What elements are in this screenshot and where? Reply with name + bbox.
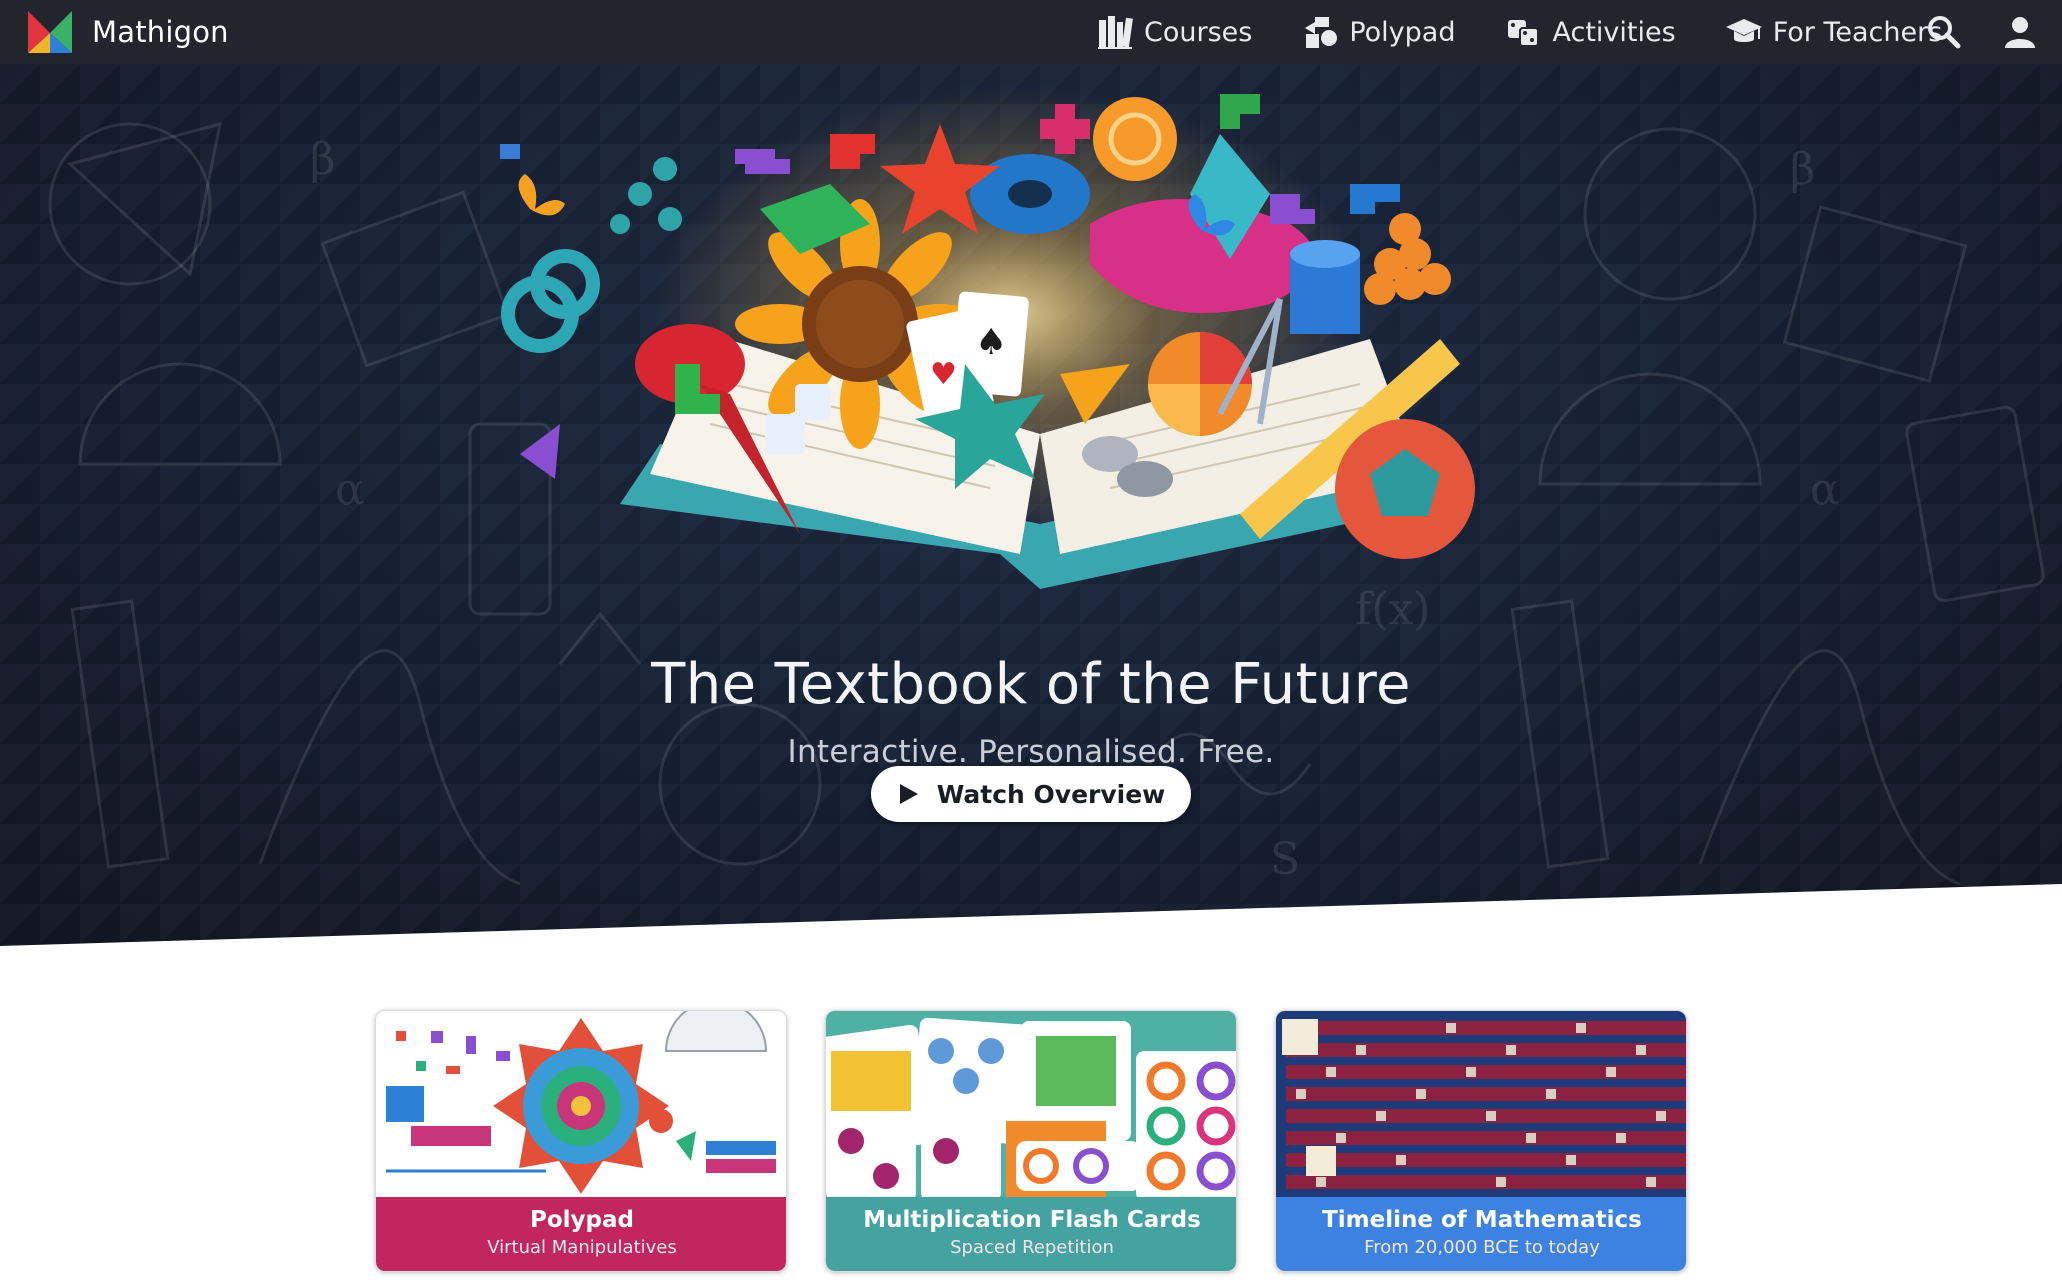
hero-section: β β α α f(x) S lim [0,64,2062,946]
card-timeline-title: Timeline of Mathematics [1322,1207,1642,1233]
svg-text:♥: ♥ [930,357,957,392]
card-flash-cards-subtitle: Spaced Repetition [950,1237,1114,1258]
nav-for-teachers[interactable]: For Teachers [1725,0,1943,64]
timeline-thumbnail [1276,1011,1686,1197]
play-icon [899,784,918,804]
mathigon-logo-icon [28,11,72,53]
flash-cards-thumbnail [826,1011,1236,1197]
card-timeline-footer: Timeline of Mathematics From 20,000 BCE … [1276,1197,1686,1271]
card-flash-cards-title: Multiplication Flash Cards [863,1207,1201,1233]
watch-overview-button[interactable]: Watch Overview [871,766,1191,822]
polypad-shapes-icon [1305,17,1338,48]
watch-overview-label: Watch Overview [936,779,1166,809]
card-polypad[interactable]: Polypad Virtual Manipulatives [375,1010,787,1272]
dice-icon [1507,20,1539,47]
nav-activities-label: Activities [1552,16,1676,48]
hero-book-illustration: ♠ ♥ [500,94,1475,589]
svg-text:S: S [1270,834,1300,885]
svg-text:α: α [1810,464,1840,515]
nav-activities[interactable]: Activities [1505,0,1676,64]
main-nav-links: Courses Polypad Activities For Teachers [1096,0,1991,64]
svg-text:β: β [1790,144,1815,195]
card-polypad-subtitle: Virtual Manipulatives [487,1237,677,1258]
top-navigation-bar: Mathigon Courses Polypad Activities For … [0,0,2062,64]
card-polypad-title: Polypad [530,1207,634,1233]
svg-text:♠: ♠ [975,322,1007,363]
svg-text:α: α [335,464,365,515]
card-multiplication-flash-cards[interactable]: Multiplication Flash Cards Spaced Repeti… [825,1010,1237,1272]
hero-subtitle: Interactive. Personalised. Free. [787,734,1275,770]
nav-polypad[interactable]: Polypad [1301,0,1456,64]
hero-slanted-edge [0,884,2062,946]
nav-courses[interactable]: Courses [1096,0,1252,64]
hero-title: The Textbook of the Future [651,652,1411,717]
graduation-cap-icon [1725,19,1762,42]
user-icon[interactable] [2002,14,2038,50]
nav-courses-label: Courses [1144,16,1253,48]
featured-cards: Polypad Virtual Manipulatives Multiplica… [375,1010,1687,1272]
card-flash-cards-footer: Multiplication Flash Cards Spaced Repeti… [826,1197,1236,1271]
svg-text:β: β [310,134,335,185]
brand-home-link[interactable]: Mathigon [28,10,229,54]
search-icon[interactable] [1926,14,1962,50]
brand-name: Mathigon [92,15,229,49]
books-icon [1098,16,1133,49]
nav-polypad-label: Polypad [1349,16,1456,48]
card-timeline-of-mathematics[interactable]: Timeline of Mathematics From 20,000 BCE … [1275,1010,1687,1272]
nav-for-teachers-label: For Teachers [1772,16,1943,48]
polypad-thumbnail [376,1011,786,1197]
card-polypad-footer: Polypad Virtual Manipulatives [376,1197,786,1271]
card-timeline-subtitle: From 20,000 BCE to today [1364,1237,1600,1258]
